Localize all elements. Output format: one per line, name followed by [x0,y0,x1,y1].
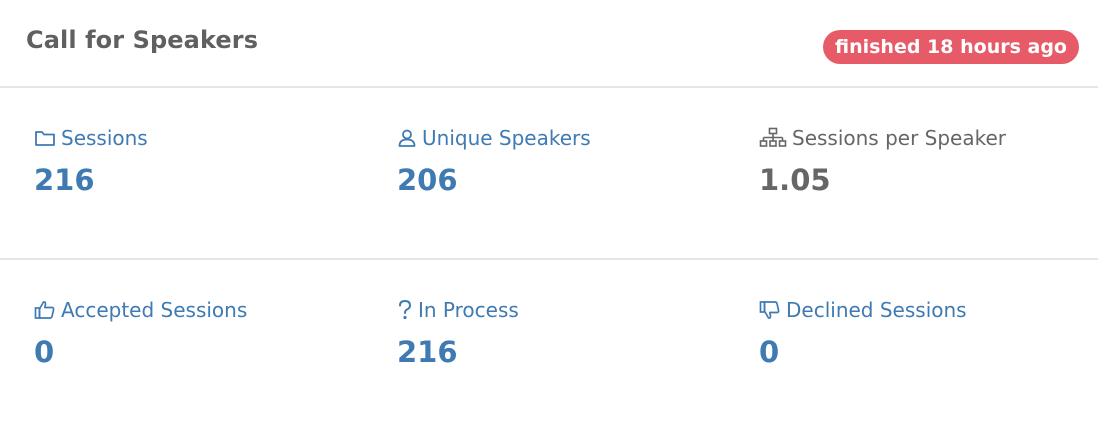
stat-declined-sessions-value: 0 [759,335,780,369]
stat-declined-sessions[interactable]: Declined Sessions 0 [759,298,967,369]
stat-declined-sessions-label[interactable]: Declined Sessions [786,298,967,322]
stat-unique-speakers-value: 206 [397,163,458,197]
panel-header: Call for Speakers finished 18 hours ago [0,0,1098,88]
stat-sessions-value: 216 [34,163,95,197]
stat-sessions-per-speaker: Sessions per Speaker 1.05 [759,126,1006,197]
stat-unique-speakers[interactable]: Unique Speakers 206 [397,126,591,197]
stat-sessions-per-speaker-label: Sessions per Speaker [792,126,1007,150]
stat-sessions-per-speaker-value: 1.05 [759,163,831,197]
thumbs-down-icon [759,301,780,319]
stat-unique-speakers-label[interactable]: Unique Speakers [422,126,591,150]
page-title: Call for Speakers [26,26,259,54]
stat-in-process-label[interactable]: In Process [418,298,519,322]
user-icon [398,129,416,147]
stat-accepted-sessions[interactable]: Accepted Sessions 0 [34,298,247,369]
thumbs-up-icon [34,301,55,319]
stat-accepted-sessions-value: 0 [34,335,55,369]
stat-in-process[interactable]: In Process 216 [397,298,519,369]
stat-in-process-value: 216 [397,335,458,369]
sitemap-icon [759,127,787,147]
status-badge: finished 18 hours ago [823,30,1079,64]
stat-sessions-label[interactable]: Sessions [61,126,148,150]
stat-sessions[interactable]: Sessions 216 [34,126,148,197]
stats-row-2: Accepted Sessions 0 In Process 216 Decli… [0,260,1098,432]
stat-accepted-sessions-label[interactable]: Accepted Sessions [61,298,247,322]
stats-row-1: Sessions 216 Unique Speakers 206 Session… [0,88,1098,260]
folder-icon [35,131,55,146]
question-icon [399,299,412,320]
